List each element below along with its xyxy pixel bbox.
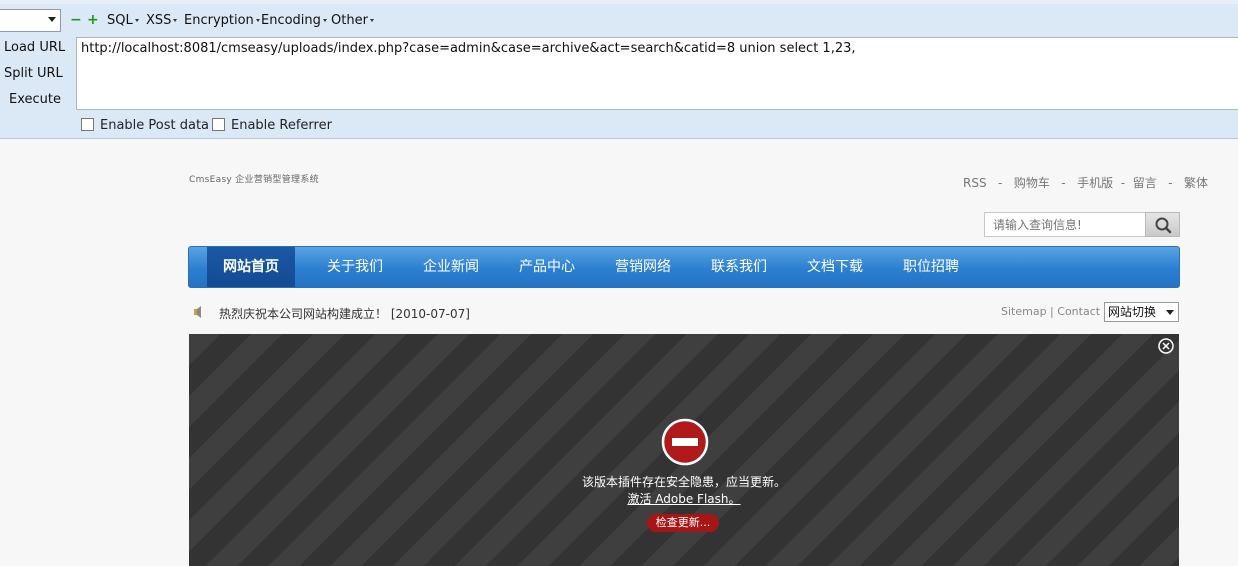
enable-referrer-option[interactable]: Enable Referrer xyxy=(212,118,332,134)
enable-post-label: Enable Post data xyxy=(100,118,210,133)
search-icon xyxy=(1155,217,1172,234)
separator: - xyxy=(990,176,1010,190)
menu-encryption-label: Encryption xyxy=(184,13,254,28)
plugin-warning-text: 该版本插件存在安全隐患，应当更新。 xyxy=(581,475,786,489)
caret-icon xyxy=(134,19,139,22)
caret-icon xyxy=(255,19,260,22)
enable-post-checkbox[interactable] xyxy=(81,118,94,131)
announcement-text[interactable]: 热烈庆祝本公司网站构建成立！ [2010-07-07] xyxy=(219,305,470,322)
search-box xyxy=(984,212,1180,237)
cart-link[interactable]: 购物车 xyxy=(1014,176,1050,190)
chevron-down-icon xyxy=(1166,310,1174,315)
site-switch-label: 网站切换 xyxy=(1108,305,1157,319)
caret-icon xyxy=(173,19,178,22)
close-icon[interactable] xyxy=(1158,338,1174,354)
nav-item-news[interactable]: 企业新闻 xyxy=(407,247,495,287)
nav-item-home[interactable]: 网站首页 xyxy=(207,247,295,287)
menu-other[interactable]: Other xyxy=(331,12,374,30)
load-url-button[interactable]: Load URL xyxy=(4,37,66,59)
nav-item-products[interactable]: 产品中心 xyxy=(503,247,591,287)
toolbar-top-edge xyxy=(0,0,1238,4)
menu-sql[interactable]: SQL xyxy=(107,12,139,30)
menu-encryption[interactable]: Encryption xyxy=(184,12,260,30)
menu-encoding-label: Encoding xyxy=(261,13,321,28)
menu-xss-label: XSS xyxy=(146,13,172,28)
menu-sql-label: SQL xyxy=(107,13,133,28)
minus-icon[interactable]: − xyxy=(70,13,82,27)
menu-encoding[interactable]: Encoding xyxy=(261,12,327,30)
separator: - xyxy=(1116,176,1129,190)
caret-icon xyxy=(322,19,327,22)
plus-icon[interactable]: + xyxy=(87,13,99,27)
rss-link[interactable]: RSS xyxy=(963,176,987,190)
menu-xss[interactable]: XSS xyxy=(146,12,178,30)
flash-blocked-placeholder: 该版本插件存在安全隐患，应当更新。 激活 Adobe Flash。 检查更新..… xyxy=(189,334,1179,566)
speaker-icon xyxy=(194,306,201,318)
site-logo[interactable]: CmsEasy 企业营销型管理系统 xyxy=(189,172,319,185)
enable-referrer-label: Enable Referrer xyxy=(231,118,332,133)
enable-referrer-checkbox[interactable] xyxy=(212,118,225,131)
caret-icon xyxy=(369,19,374,22)
mobile-link[interactable]: 手机版 xyxy=(1077,176,1113,190)
chevron-down-icon xyxy=(48,17,56,22)
top-links: RSS - 购物车 - 手机版 - 留言 - 繁体 xyxy=(963,174,1208,191)
separator: - xyxy=(1160,176,1181,190)
menu-other-label: Other xyxy=(331,13,368,28)
execute-button[interactable]: Execute xyxy=(9,89,71,111)
search-input[interactable] xyxy=(984,212,1146,237)
hackbar-dropdown[interactable] xyxy=(0,9,61,32)
search-button[interactable] xyxy=(1145,212,1180,237)
nav-item-contact[interactable]: 联系我们 xyxy=(695,247,783,287)
check-update-button[interactable]: 检查更新... xyxy=(647,514,719,532)
url-textarea[interactable] xyxy=(76,37,1238,110)
split-url-button[interactable]: Split URL xyxy=(4,63,66,85)
main-nav: 网站首页 关于我们 企业新闻 产品中心 营销网络 联系我们 文档下载 职位招聘 xyxy=(188,246,1180,288)
separator: - xyxy=(1053,176,1074,190)
traditional-chinese-link[interactable]: 繁体 xyxy=(1184,176,1208,190)
nav-item-downloads[interactable]: 文档下载 xyxy=(791,247,879,287)
enable-post-option[interactable]: Enable Post data xyxy=(81,118,209,134)
sitemap-contact-links[interactable]: Sitemap | Contact xyxy=(1001,305,1100,318)
guestbook-link[interactable]: 留言 xyxy=(1133,176,1157,190)
nav-item-network[interactable]: 营销网络 xyxy=(599,247,687,287)
activate-flash-link[interactable]: 激活 Adobe Flash。 xyxy=(627,492,740,506)
nav-item-about[interactable]: 关于我们 xyxy=(311,247,399,287)
activate-flash-link-wrap: 激活 Adobe Flash。 xyxy=(189,490,1179,507)
blocked-plugin-icon xyxy=(661,418,709,466)
hackbar-toolbar: − + SQL XSS Encryption Encoding Other Lo… xyxy=(0,0,1238,139)
site-switch-select[interactable]: 网站切换 xyxy=(1104,302,1179,322)
nav-item-jobs[interactable]: 职位招聘 xyxy=(887,247,975,287)
